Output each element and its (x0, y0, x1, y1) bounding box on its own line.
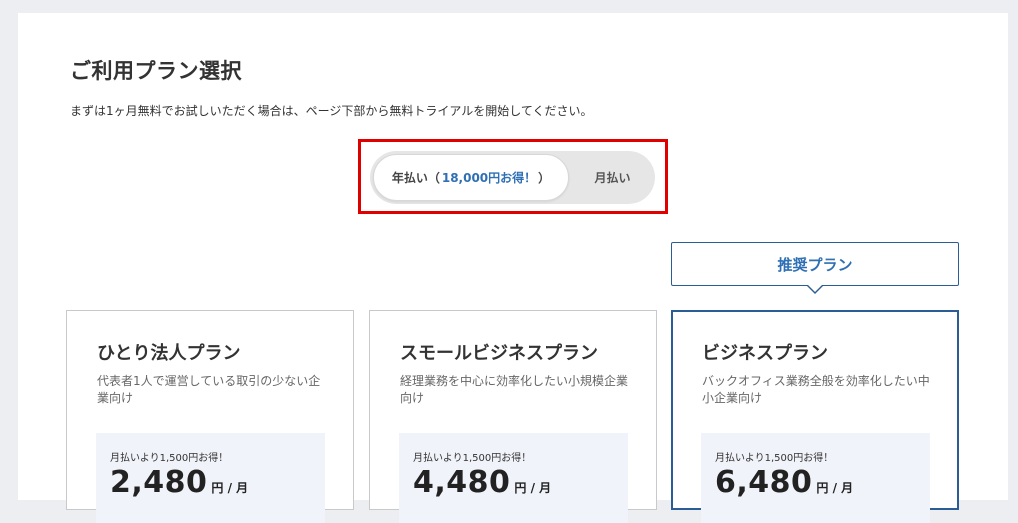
annual-label: 年払い（ (391, 171, 440, 185)
plan-card-business[interactable]: ビジネスプラン バックオフィス業務全般を効率化したい中小企業向け 月払いより1,… (671, 310, 959, 523)
monthly-billing-option[interactable]: 月払い (570, 151, 655, 204)
price-line: 6,480 円 / 月 (715, 465, 853, 500)
annual-discount: 18,000円お得！ (441, 171, 537, 185)
recommended-plan-badge: 推奨プラン (671, 242, 959, 286)
price-box: 月払いより1,500円お得！ 4,480 円 / 月 (399, 433, 628, 523)
price-value: 4,480 (413, 465, 511, 500)
price-value: 2,480 (110, 465, 208, 500)
plan-card-small-business[interactable]: スモールビジネスプラン 経理業務を中心に効率化したい小規模企業向け 月払いより1… (369, 310, 657, 523)
price-box: 月払いより1,500円お得！ 6,480 円 / 月 (701, 433, 930, 523)
price-value: 6,480 (715, 465, 813, 500)
price-box: 月払いより1,500円お得！ 2,480 円 / 月 (96, 433, 325, 523)
price-line: 4,480 円 / 月 (413, 465, 551, 500)
page-subtitle: まずは1ヶ月無料でお試しいただく場合は、ページ下部から無料トライアルを開始してく… (70, 104, 593, 118)
annual-billing-option[interactable]: 年払い（ 18,000円お得！） (373, 154, 569, 201)
page-title: ご利用プラン選択 (70, 59, 242, 83)
price-line: 2,480 円 / 月 (110, 465, 248, 500)
plan-description: バックオフィス業務全般を効率化したい中小企業向け (702, 374, 930, 405)
price-unit: 円 / 月 (514, 481, 552, 495)
plan-name: ビジネスプラン (702, 343, 828, 364)
billing-toggle[interactable]: 年払い（ 18,000円お得！） 月払い (370, 151, 655, 204)
plan-name: スモールビジネスプラン (400, 343, 598, 364)
plan-name: ひとり法人プラン (97, 343, 241, 364)
annual-label-close: ） (538, 171, 551, 185)
recommended-badge-arrow-fill (808, 285, 822, 292)
plan-description: 経理業務を中心に効率化したい小規模企業向け (400, 374, 629, 405)
price-note: 月払いより1,500円お得！ (715, 453, 834, 464)
price-note: 月払いより1,500円お得！ (413, 453, 532, 464)
price-note: 月払いより1,500円お得！ (110, 453, 229, 464)
price-unit: 円 / 月 (211, 481, 249, 495)
plan-description: 代表者1人で運営している取引の少ない企業向け (97, 374, 321, 405)
plan-card-hitori[interactable]: ひとり法人プラン 代表者1人で運営している取引の少ない企業向け 月払いより1,5… (66, 310, 354, 523)
price-unit: 円 / 月 (816, 481, 854, 495)
